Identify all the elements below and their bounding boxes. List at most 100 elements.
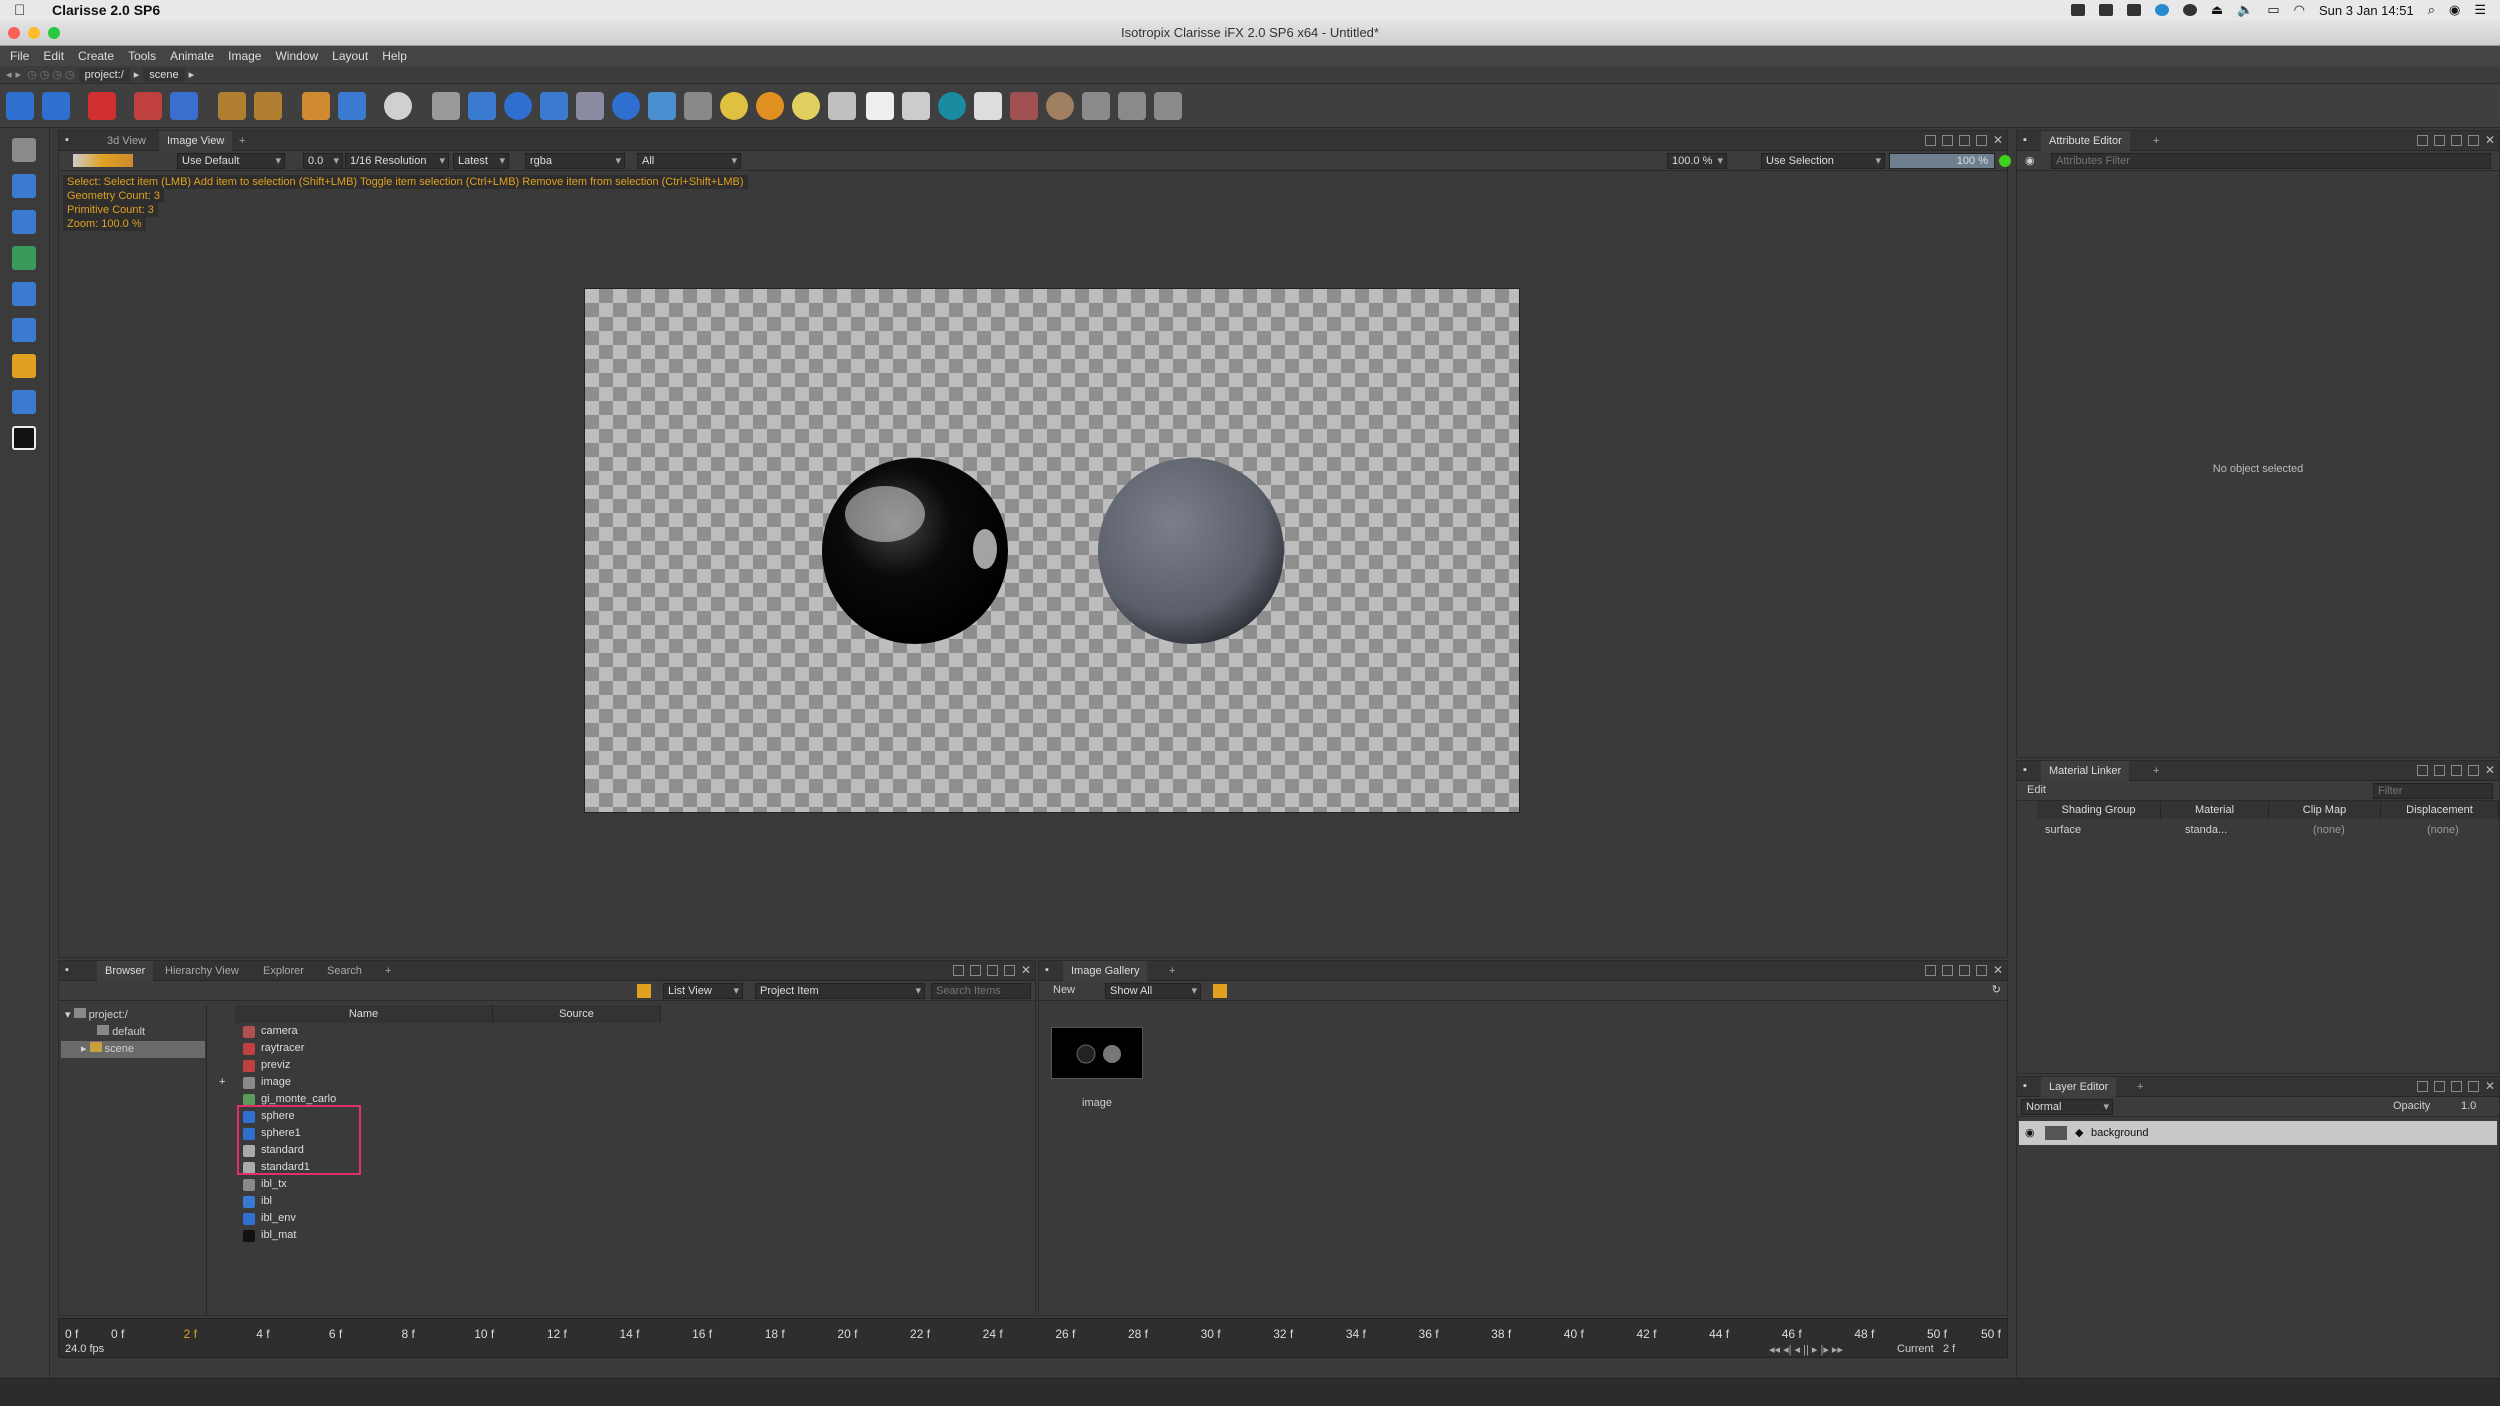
layout-icon[interactable] [1941, 135, 1953, 146]
layout-icon[interactable] [1958, 135, 1970, 146]
visibility-icon[interactable]: ◉ [2025, 1121, 2035, 1145]
cylinder-icon[interactable] [540, 92, 568, 120]
timeline[interactable]: 0 f 0 f 2 f 4 f 6 f 8 f 10 f 12 f 14 f 16 f 18 f 2… [58, 1318, 2008, 1358]
move-tool-icon[interactable] [12, 282, 36, 306]
resolution-dropdown[interactable]: 1/16 Resolution [345, 153, 449, 169]
add-tab-icon[interactable]: + [377, 961, 399, 981]
apple-icon[interactable]:  [14, 2, 34, 19]
add-tab-icon[interactable]: + [2145, 761, 2167, 781]
playback-controls[interactable]: ◂◂ ◂| ◂ || ▸ |▸ ▸▸ [1769, 1343, 1843, 1356]
search-items-input[interactable] [931, 983, 1031, 999]
view-mode-dropdown[interactable]: List View [663, 983, 743, 999]
add-tab-icon[interactable]: + [2145, 131, 2167, 151]
grid-icon[interactable] [648, 92, 676, 120]
nurbs-icon[interactable] [432, 92, 460, 120]
list-item[interactable]: previz [235, 1057, 655, 1074]
version-dropdown[interactable]: Latest [453, 153, 509, 169]
visibility-icon[interactable]: ◉ [2025, 154, 2035, 167]
orbit-tool-icon[interactable] [12, 174, 36, 198]
tree-item-project[interactable]: ▾ project:/ [65, 1007, 128, 1024]
layout-icon[interactable] [1958, 965, 1970, 976]
brush-icon[interactable] [902, 92, 930, 120]
breadcrumb-project[interactable]: project:/ [78, 67, 130, 82]
status-icon[interactable] [2126, 4, 2141, 16]
tab-3d-view[interactable]: 3d View [99, 131, 154, 151]
refresh-icon[interactable]: ↻ [1992, 983, 2001, 996]
layout-icon[interactable] [2433, 1081, 2445, 1092]
light-icon[interactable] [720, 92, 748, 120]
context-icon[interactable] [338, 92, 366, 120]
layout-icon[interactable] [1924, 135, 1936, 146]
column-clip-map[interactable]: Clip Map [2269, 801, 2381, 819]
layout-icon[interactable] [2467, 765, 2479, 776]
plane-icon[interactable] [576, 92, 604, 120]
add-tab-icon[interactable]: + [231, 131, 253, 151]
layout-icon[interactable] [2416, 765, 2428, 776]
close-icon[interactable]: ✕ [2485, 1080, 2495, 1092]
delete-icon[interactable] [88, 92, 116, 120]
column-name[interactable]: Name [235, 1005, 493, 1023]
list-item[interactable]: ibl [235, 1193, 655, 1210]
redo-icon[interactable] [42, 92, 70, 120]
minimize-window-button[interactable] [28, 27, 40, 39]
list-item[interactable]: ibl_env [235, 1210, 655, 1227]
menu-create[interactable]: Create [78, 49, 114, 63]
layout-icon[interactable] [1975, 135, 1987, 146]
menu-window[interactable]: Window [275, 49, 318, 63]
forward-arrow-icon[interactable]: ▸ [16, 68, 22, 81]
close-icon[interactable]: ✕ [2485, 134, 2495, 146]
material-cell[interactable]: standa... [2185, 821, 2227, 839]
box-icon[interactable] [468, 92, 496, 120]
layer-row[interactable]: ◉ ◆ background [2019, 1121, 2497, 1145]
layout-icon[interactable] [2433, 765, 2445, 776]
layout-icon[interactable] [2467, 135, 2479, 146]
gallery-option-icon[interactable] [1213, 984, 1227, 998]
displacement-cell[interactable]: (none) [2427, 821, 2459, 839]
tab-layer-editor[interactable]: Layer Editor [2041, 1077, 2117, 1097]
scatter-icon[interactable] [1118, 92, 1146, 120]
clip-map-cell[interactable]: (none) [2313, 821, 2345, 839]
layer-dropdown[interactable]: All [637, 153, 741, 169]
picker-tool-icon[interactable] [12, 210, 36, 234]
fps-field[interactable]: 24.0 fps [65, 1343, 104, 1355]
texture-icon[interactable] [1010, 92, 1038, 120]
back-arrow-icon[interactable]: ◂ [6, 68, 12, 81]
blend-mode-dropdown[interactable]: Normal [2021, 1099, 2113, 1115]
display-mode-icons[interactable] [73, 154, 133, 167]
camera-icon[interactable] [938, 92, 966, 120]
tab-explorer[interactable]: Explorer [255, 961, 312, 981]
zoom-window-button[interactable] [48, 27, 60, 39]
paint-tool-icon[interactable] [12, 246, 36, 270]
lock-icon[interactable]: ▪ [2023, 1080, 2027, 1092]
image-icon[interactable] [974, 92, 1002, 120]
tab-image-gallery[interactable]: Image Gallery [1063, 961, 1148, 981]
list-item[interactable]: + image [219, 1074, 655, 1091]
sun-light-icon[interactable] [756, 92, 784, 120]
layout-icon[interactable] [986, 965, 998, 976]
time-field[interactable]: 0.0 [303, 153, 343, 169]
new-snapshot-button[interactable]: New [1053, 984, 1075, 996]
tab-material-linker[interactable]: Material Linker [2041, 761, 2130, 781]
rotate-tool-icon[interactable] [12, 318, 36, 342]
clock[interactable]: Sun 3 Jan 14:51 [2319, 3, 2414, 18]
column-displacement[interactable]: Displacement [2381, 801, 2499, 819]
menu-image[interactable]: Image [228, 49, 261, 63]
layout-icon[interactable] [969, 965, 981, 976]
tree-item-scene[interactable]: ▸ scene [61, 1041, 205, 1058]
material-icon[interactable] [1046, 92, 1074, 120]
curve-icon[interactable] [684, 92, 712, 120]
status-icon[interactable] [2070, 4, 2085, 16]
gallery-thumbnail[interactable] [1051, 1027, 1143, 1079]
scene-icon[interactable] [302, 92, 330, 120]
volume-icon[interactable]: 🔈 [2237, 2, 2253, 18]
filter-toggle-icon[interactable] [637, 984, 651, 998]
close-icon[interactable]: ✕ [1993, 964, 2003, 976]
lock-icon[interactable]: ▪ [65, 964, 69, 976]
status-icon[interactable] [2182, 4, 2197, 16]
eject-icon[interactable]: ⏏ [2211, 2, 2223, 18]
tab-search[interactable]: Search [319, 961, 370, 981]
list-item[interactable]: ibl_mat [235, 1227, 655, 1244]
attributes-filter-input[interactable] [2051, 153, 2491, 169]
timeline-end[interactable]: 50 f [1981, 1327, 2001, 1341]
lock-icon[interactable]: ▪ [65, 134, 69, 146]
